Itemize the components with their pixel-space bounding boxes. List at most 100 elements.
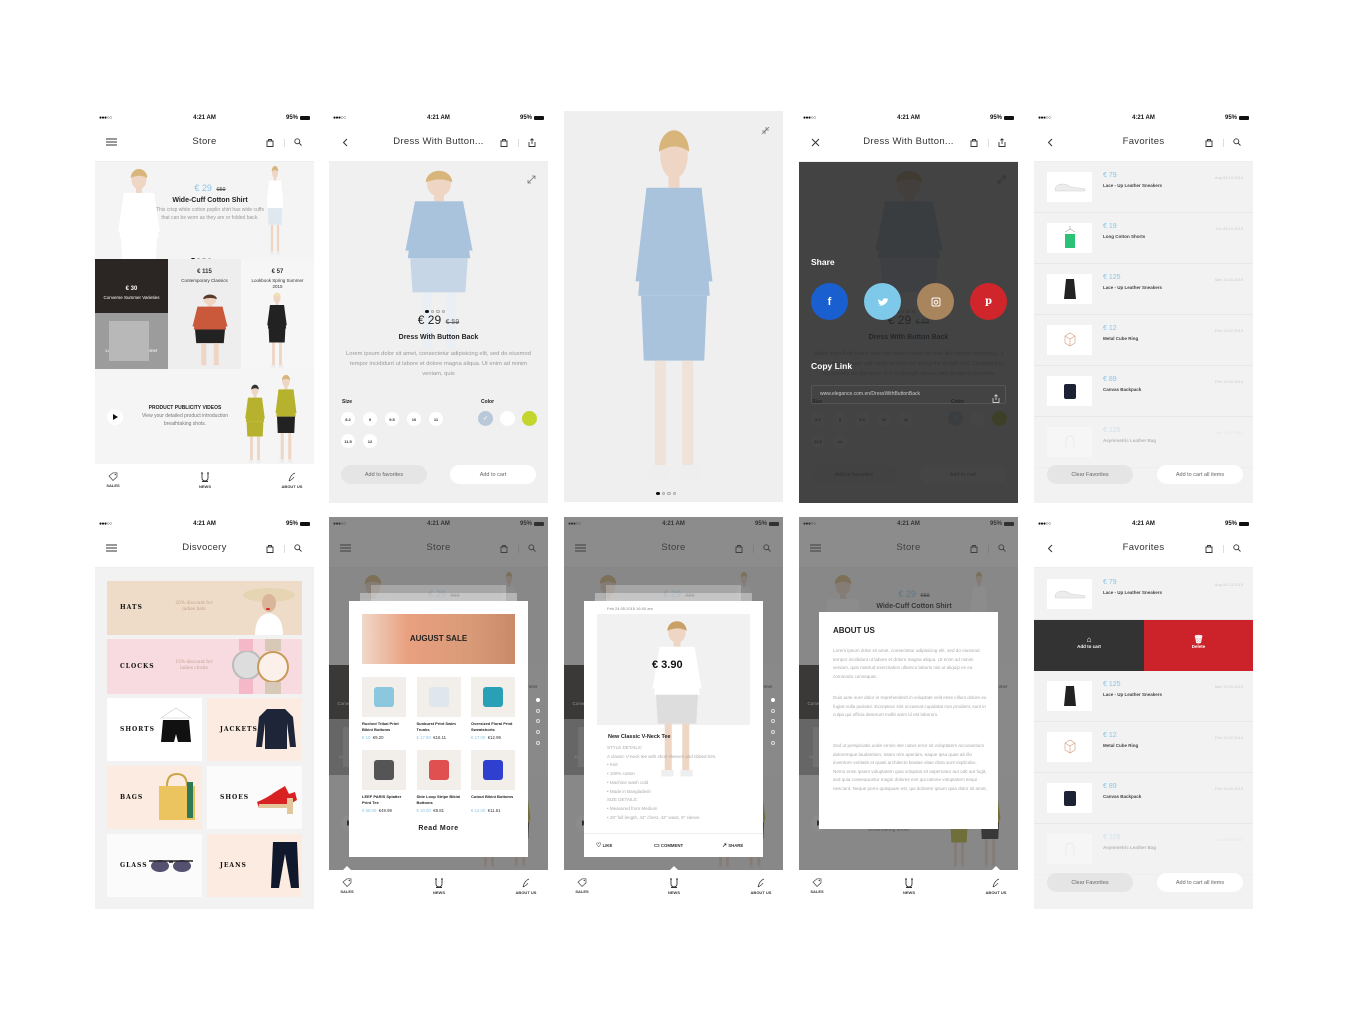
category-card-shoes[interactable]: SHOES xyxy=(207,766,302,829)
back-icon[interactable] xyxy=(1042,540,1058,556)
share-facebook-button[interactable]: f xyxy=(811,283,848,320)
shopping-bag-icon[interactable] xyxy=(1201,540,1217,556)
sale-product[interactable]: Sunburst Print Swim Trunks € 17.90 €16.11 xyxy=(416,677,461,745)
carousel-dots[interactable] xyxy=(655,482,677,500)
category-card-shorts[interactable]: SHORTS xyxy=(107,698,202,761)
shopping-bag-icon[interactable] xyxy=(496,134,512,150)
page-dot[interactable] xyxy=(771,708,775,713)
add-to-favorites-button[interactable]: Add to favorites xyxy=(341,465,427,484)
tab-news[interactable]: NEWS xyxy=(185,472,225,489)
share-icon[interactable] xyxy=(524,134,540,150)
read-more-link[interactable]: Read More xyxy=(349,825,528,832)
comment-button[interactable]: ▭ COMMENT xyxy=(654,842,683,849)
size-option[interactable]: 9.5 xyxy=(385,412,399,426)
tab-sales[interactable]: SALES xyxy=(799,878,837,894)
sale-product[interactable]: Oversized Floral Print Sweatshorts € 17.0… xyxy=(471,677,515,745)
color-swatch[interactable] xyxy=(522,411,537,426)
favorite-item[interactable]: € 125 Asymmetric Leather Bag Jan 10.07.2… xyxy=(1034,417,1253,468)
tab-about-us[interactable]: ABOUT US xyxy=(741,878,781,895)
tab-about-us[interactable]: ABOUT US xyxy=(506,878,546,895)
search-icon[interactable] xyxy=(290,540,306,556)
category-card-bags[interactable]: BAGS xyxy=(107,766,202,829)
tab-sales[interactable]: SALES xyxy=(329,878,367,894)
shopping-bag-icon[interactable] xyxy=(966,134,982,150)
tab-sales[interactable]: SALES xyxy=(95,472,133,488)
carousel-dot[interactable] xyxy=(667,491,671,495)
swipe-add-to-cart-button[interactable]: ⌂ Add to cart xyxy=(1034,620,1144,671)
tab-news[interactable]: NEWS xyxy=(889,878,929,895)
shopping-bag-icon[interactable] xyxy=(1201,134,1217,150)
favorite-item[interactable]: € 89 Canvas Backpack Feb 10.04.2015 xyxy=(1034,366,1253,417)
size-option[interactable]: 11.5 xyxy=(341,434,355,448)
category-card-hats[interactable]: HATS 20% discount for ladies hats xyxy=(107,581,302,635)
favorite-item[interactable]: € 79 Lace - Up Leather Sneakers Aug 08.1… xyxy=(1034,569,1253,620)
add-all-to-cart-button[interactable]: Add to cart all items xyxy=(1157,465,1243,484)
favorite-item[interactable]: € 125 Lace - Up Leather Sneakers Mar 13.… xyxy=(1034,264,1253,315)
carousel-dot[interactable] xyxy=(672,491,676,495)
sale-product[interactable]: Ruched Tribal Print Bikini Bottoms € 10 €… xyxy=(362,677,406,745)
share-instagram-button[interactable] xyxy=(917,283,954,320)
add-to-cart-button[interactable]: Add to cart xyxy=(450,465,536,484)
tab-about-us[interactable]: ABOUT US xyxy=(976,878,1016,895)
search-icon[interactable] xyxy=(1229,134,1245,150)
tab-about-us[interactable]: ABOUT US xyxy=(272,472,312,489)
search-icon[interactable] xyxy=(1229,540,1245,556)
close-icon[interactable] xyxy=(807,134,823,150)
search-icon[interactable] xyxy=(290,134,306,150)
favorite-item[interactable]: € 125 Lace - Up Leather Sneakers Mar 13.… xyxy=(1034,671,1253,722)
color-swatch[interactable]: ✓ xyxy=(478,411,493,426)
favorite-item[interactable]: € 19 Long Cotton Shorts Jun 05.10.2015 xyxy=(1034,213,1253,264)
tile-0[interactable]: € 30 Converse Summer Varieties xyxy=(95,259,168,313)
swipe-delete-button[interactable]: 🗑 Delete xyxy=(1144,620,1253,671)
back-icon[interactable] xyxy=(1042,134,1058,150)
share-twitter-button[interactable] xyxy=(864,283,901,320)
page-dot[interactable] xyxy=(771,698,775,702)
clear-favorites-button[interactable]: Clear Favorites xyxy=(1047,873,1133,892)
favorite-item[interactable]: € 125 Asymmetric Leather Bag Jan 10.07.2… xyxy=(1034,824,1253,875)
category-card-clocks[interactable]: CLOCKS 15% discount for ladies clocks xyxy=(107,639,302,694)
color-label: Color xyxy=(481,399,495,405)
page-dot[interactable] xyxy=(536,740,540,745)
expand-icon[interactable] xyxy=(527,171,537,184)
hero-banner[interactable]: € 29 €59Wide-Cuff Cotton ShirtThis crisp… xyxy=(95,162,314,315)
share-button[interactable]: ↗ SHARE xyxy=(722,842,743,849)
carousel-dot[interactable] xyxy=(656,491,660,495)
share-pinterest-button[interactable]: p xyxy=(970,283,1007,320)
favorite-item[interactable]: € 89 Canvas Backpack Feb 10.04.2015 xyxy=(1034,773,1253,824)
favorite-item[interactable]: € 12 Metal Cube Ring Feb 10.07.2015 xyxy=(1034,315,1253,366)
clear-favorites-button[interactable]: Clear Favorites xyxy=(1047,465,1133,484)
tab-news[interactable]: NEWS xyxy=(419,878,459,895)
favorite-item[interactable]: € 79 Lace - Up Leather Sneakers Aug 08.1… xyxy=(1034,162,1253,213)
tab-news[interactable]: NEWS xyxy=(654,878,694,895)
page-dot[interactable] xyxy=(771,740,775,745)
page-dot[interactable] xyxy=(536,698,540,702)
video-section[interactable]: PRODUCT PUBLICITY VIDEOS View your detail… xyxy=(95,369,314,464)
category-card-glass[interactable]: GLASS xyxy=(107,834,202,897)
size-option[interactable]: 12 xyxy=(363,434,377,448)
size-option[interactable]: 9 xyxy=(363,412,377,426)
size-option[interactable]: 8.2 xyxy=(341,412,355,426)
like-button[interactable]: ♡ LIKE xyxy=(596,842,612,849)
tab-sales[interactable]: SALES xyxy=(564,878,602,894)
size-option[interactable]: 10 xyxy=(407,412,421,426)
collapse-icon[interactable] xyxy=(761,122,771,135)
sale-product[interactable]: Side Loop Stripe Bikini Bottoms € 10.00 €… xyxy=(416,750,461,818)
shopping-bag-icon[interactable] xyxy=(262,540,278,556)
shopping-bag-icon[interactable] xyxy=(262,134,278,150)
size-option[interactable]: 11 xyxy=(429,412,443,426)
color-swatch[interactable] xyxy=(500,411,515,426)
favorite-item[interactable]: € 12 Metal Cube Ring Feb 10.07.2015 xyxy=(1034,722,1253,773)
url-field[interactable]: www.elegance.com.en/DressWithButtonBack xyxy=(811,385,1006,404)
category-card-jackets[interactable]: JACKETS xyxy=(207,698,302,761)
menu-icon[interactable] xyxy=(103,134,119,150)
add-all-to-cart-button[interactable]: Add to cart all items xyxy=(1157,873,1243,892)
menu-icon[interactable] xyxy=(103,540,119,556)
sale-product[interactable]: Cutout Bikini Bottoms € 12.00 €11.61 xyxy=(471,750,515,818)
back-icon[interactable] xyxy=(337,134,353,150)
page-dot[interactable] xyxy=(536,708,540,713)
carousel-dot[interactable] xyxy=(661,491,665,495)
play-button[interactable] xyxy=(107,409,123,425)
category-card-jeans[interactable]: JEANS xyxy=(207,834,302,897)
share-icon[interactable] xyxy=(994,134,1010,150)
sale-product[interactable]: LEEF PARIS Splatter Print Tee € 58.00 €49… xyxy=(362,750,406,818)
